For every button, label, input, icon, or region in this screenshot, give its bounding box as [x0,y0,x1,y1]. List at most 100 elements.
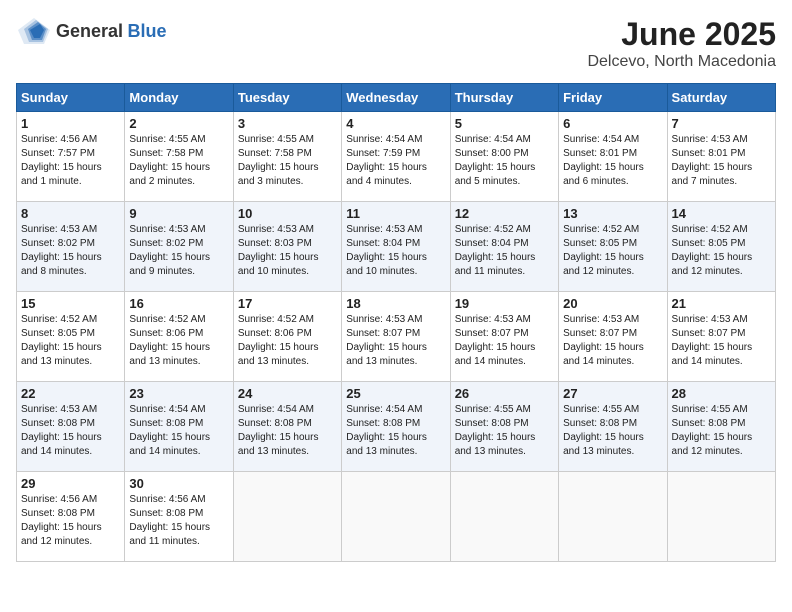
week-row-1: 1Sunrise: 4:56 AMSunset: 7:57 PMDaylight… [17,112,776,202]
day-detail: Sunrise: 4:53 AMSunset: 8:07 PMDaylight:… [672,313,771,369]
day-cell: 4 Sunrise: 4:54 AMSunset: 7:59 PMDaylight… [342,112,450,202]
logo-icon [16,16,52,46]
day-cell: 2 Sunrise: 4:55 AMSunset: 7:58 PMDaylight… [125,112,233,202]
day-number: 9 [129,206,228,221]
day-detail: Sunrise: 4:54 AMSunset: 8:00 PMDaylight:… [455,133,554,189]
day-cell: 5 Sunrise: 4:54 AMSunset: 8:00 PMDaylight… [450,112,558,202]
day-cell: 25 Sunrise: 4:54 AMSunset: 8:08 PMDayligh… [342,382,450,472]
location-title: Delcevo, North Macedonia [587,53,776,71]
week-row-4: 22 Sunrise: 4:53 AMSunset: 8:08 PMDayligh… [17,382,776,472]
day-detail: Sunrise: 4:55 AMSunset: 8:08 PMDaylight:… [672,403,771,459]
day-number: 21 [672,296,771,311]
day-number: 5 [455,116,554,131]
header-sunday: Sunday [17,84,125,112]
week-row-5: 29 Sunrise: 4:56 AMSunset: 8:08 PMDayligh… [17,472,776,562]
day-cell: 12Sunrise: 4:52 AMSunset: 8:04 PMDayligh… [450,202,558,292]
day-detail: Sunrise: 4:55 AMSunset: 7:58 PMDaylight:… [238,133,337,189]
day-number: 29 [21,476,120,491]
calendar-table: SundayMondayTuesdayWednesdayThursdayFrid… [16,83,776,562]
day-number: 22 [21,386,120,401]
header-saturday: Saturday [667,84,775,112]
day-cell: 14 Sunrise: 4:52 AMSunset: 8:05 PMDayligh… [667,202,775,292]
day-number: 12 [455,206,554,221]
day-cell: 30 Sunrise: 4:56 AMSunset: 8:08 PMDayligh… [125,472,233,562]
day-number: 13 [563,206,662,221]
day-cell: 7 Sunrise: 4:53 AMSunset: 8:01 PMDaylight… [667,112,775,202]
day-number: 28 [672,386,771,401]
header-friday: Friday [559,84,667,112]
day-cell: 23 Sunrise: 4:54 AMSunset: 8:08 PMDayligh… [125,382,233,472]
day-cell: 6 Sunrise: 4:54 AMSunset: 8:01 PMDaylight… [559,112,667,202]
day-cell: 26 Sunrise: 4:55 AMSunset: 8:08 PMDayligh… [450,382,558,472]
day-number: 7 [672,116,771,131]
day-number: 27 [563,386,662,401]
day-cell: 27 Sunrise: 4:55 AMSunset: 8:08 PMDayligh… [559,382,667,472]
header-monday: Monday [125,84,233,112]
day-number: 4 [346,116,445,131]
day-number: 1 [21,116,120,131]
logo-text: General Blue [56,21,167,42]
day-detail: Sunrise: 4:54 AMSunset: 7:59 PMDaylight:… [346,133,445,189]
logo-general: General [56,21,123,41]
day-detail: Sunrise: 4:53 AMSunset: 8:08 PMDaylight:… [21,403,120,459]
logo-blue: Blue [128,21,167,41]
day-detail: Sunrise: 4:54 AMSunset: 8:08 PMDaylight:… [129,403,228,459]
header-thursday: Thursday [450,84,558,112]
day-detail: Sunrise: 4:53 AMSunset: 8:07 PMDaylight:… [563,313,662,369]
day-number: 15 [21,296,120,311]
day-cell [667,472,775,562]
day-detail: Sunrise: 4:52 AMSunset: 8:05 PMDaylight:… [21,313,120,369]
day-cell: 13 Sunrise: 4:52 AMSunset: 8:05 PMDayligh… [559,202,667,292]
day-number: 16 [129,296,228,311]
day-number: 8 [21,206,120,221]
day-detail: Sunrise: 4:55 AMSunset: 7:58 PMDaylight:… [129,133,228,189]
day-cell [450,472,558,562]
day-cell: 21 Sunrise: 4:53 AMSunset: 8:07 PMDayligh… [667,292,775,382]
header-wednesday: Wednesday [342,84,450,112]
day-detail: Sunrise: 4:54 AMSunset: 8:08 PMDaylight:… [346,403,445,459]
day-number: 2 [129,116,228,131]
day-cell [559,472,667,562]
day-number: 25 [346,386,445,401]
day-detail: Sunrise: 4:55 AMSunset: 8:08 PMDaylight:… [563,403,662,459]
day-detail: Sunrise: 4:53 AMSunset: 8:04 PMDaylight:… [346,223,445,279]
day-number: 30 [129,476,228,491]
day-detail: Sunrise: 4:53 AMSunset: 8:01 PMDaylight:… [672,133,771,189]
day-detail: Sunrise: 4:52 AMSunset: 8:05 PMDaylight:… [563,223,662,279]
day-detail: Sunrise: 4:54 AMSunset: 8:01 PMDaylight:… [563,133,662,189]
day-number: 6 [563,116,662,131]
day-detail: Sunrise: 4:56 AMSunset: 8:08 PMDaylight:… [21,493,120,549]
day-cell: 24Sunrise: 4:54 AMSunset: 8:08 PMDayligh… [233,382,341,472]
logo: General Blue [16,16,167,46]
day-cell: 1Sunrise: 4:56 AMSunset: 7:57 PMDaylight… [17,112,125,202]
day-number: 18 [346,296,445,311]
day-detail: Sunrise: 4:53 AMSunset: 8:07 PMDaylight:… [455,313,554,369]
day-number: 23 [129,386,228,401]
day-number: 10 [238,206,337,221]
day-detail: Sunrise: 4:52 AMSunset: 8:05 PMDaylight:… [672,223,771,279]
day-cell: 28 Sunrise: 4:55 AMSunset: 8:08 PMDayligh… [667,382,775,472]
day-cell: 15 Sunrise: 4:52 AMSunset: 8:05 PMDayligh… [17,292,125,382]
day-cell: 22 Sunrise: 4:53 AMSunset: 8:08 PMDayligh… [17,382,125,472]
day-cell: 11Sunrise: 4:53 AMSunset: 8:04 PMDayligh… [342,202,450,292]
week-row-2: 8Sunrise: 4:53 AMSunset: 8:02 PMDaylight… [17,202,776,292]
header-tuesday: Tuesday [233,84,341,112]
day-detail: Sunrise: 4:52 AMSunset: 8:06 PMDaylight:… [238,313,337,369]
day-number: 19 [455,296,554,311]
day-cell: 9Sunrise: 4:53 AMSunset: 8:02 PMDaylight… [125,202,233,292]
day-number: 17 [238,296,337,311]
day-cell: 10Sunrise: 4:53 AMSunset: 8:03 PMDayligh… [233,202,341,292]
day-cell: 20 Sunrise: 4:53 AMSunset: 8:07 PMDayligh… [559,292,667,382]
day-cell: 16Sunrise: 4:52 AMSunset: 8:06 PMDayligh… [125,292,233,382]
day-number: 20 [563,296,662,311]
month-title: June 2025 [587,16,776,53]
day-number: 14 [672,206,771,221]
day-number: 3 [238,116,337,131]
day-cell: 8Sunrise: 4:53 AMSunset: 8:02 PMDaylight… [17,202,125,292]
day-detail: Sunrise: 4:55 AMSunset: 8:08 PMDaylight:… [455,403,554,459]
day-detail: Sunrise: 4:56 AMSunset: 8:08 PMDaylight:… [129,493,228,549]
day-cell [233,472,341,562]
title-area: June 2025 Delcevo, North Macedonia [587,16,776,71]
day-number: 26 [455,386,554,401]
day-number: 24 [238,386,337,401]
